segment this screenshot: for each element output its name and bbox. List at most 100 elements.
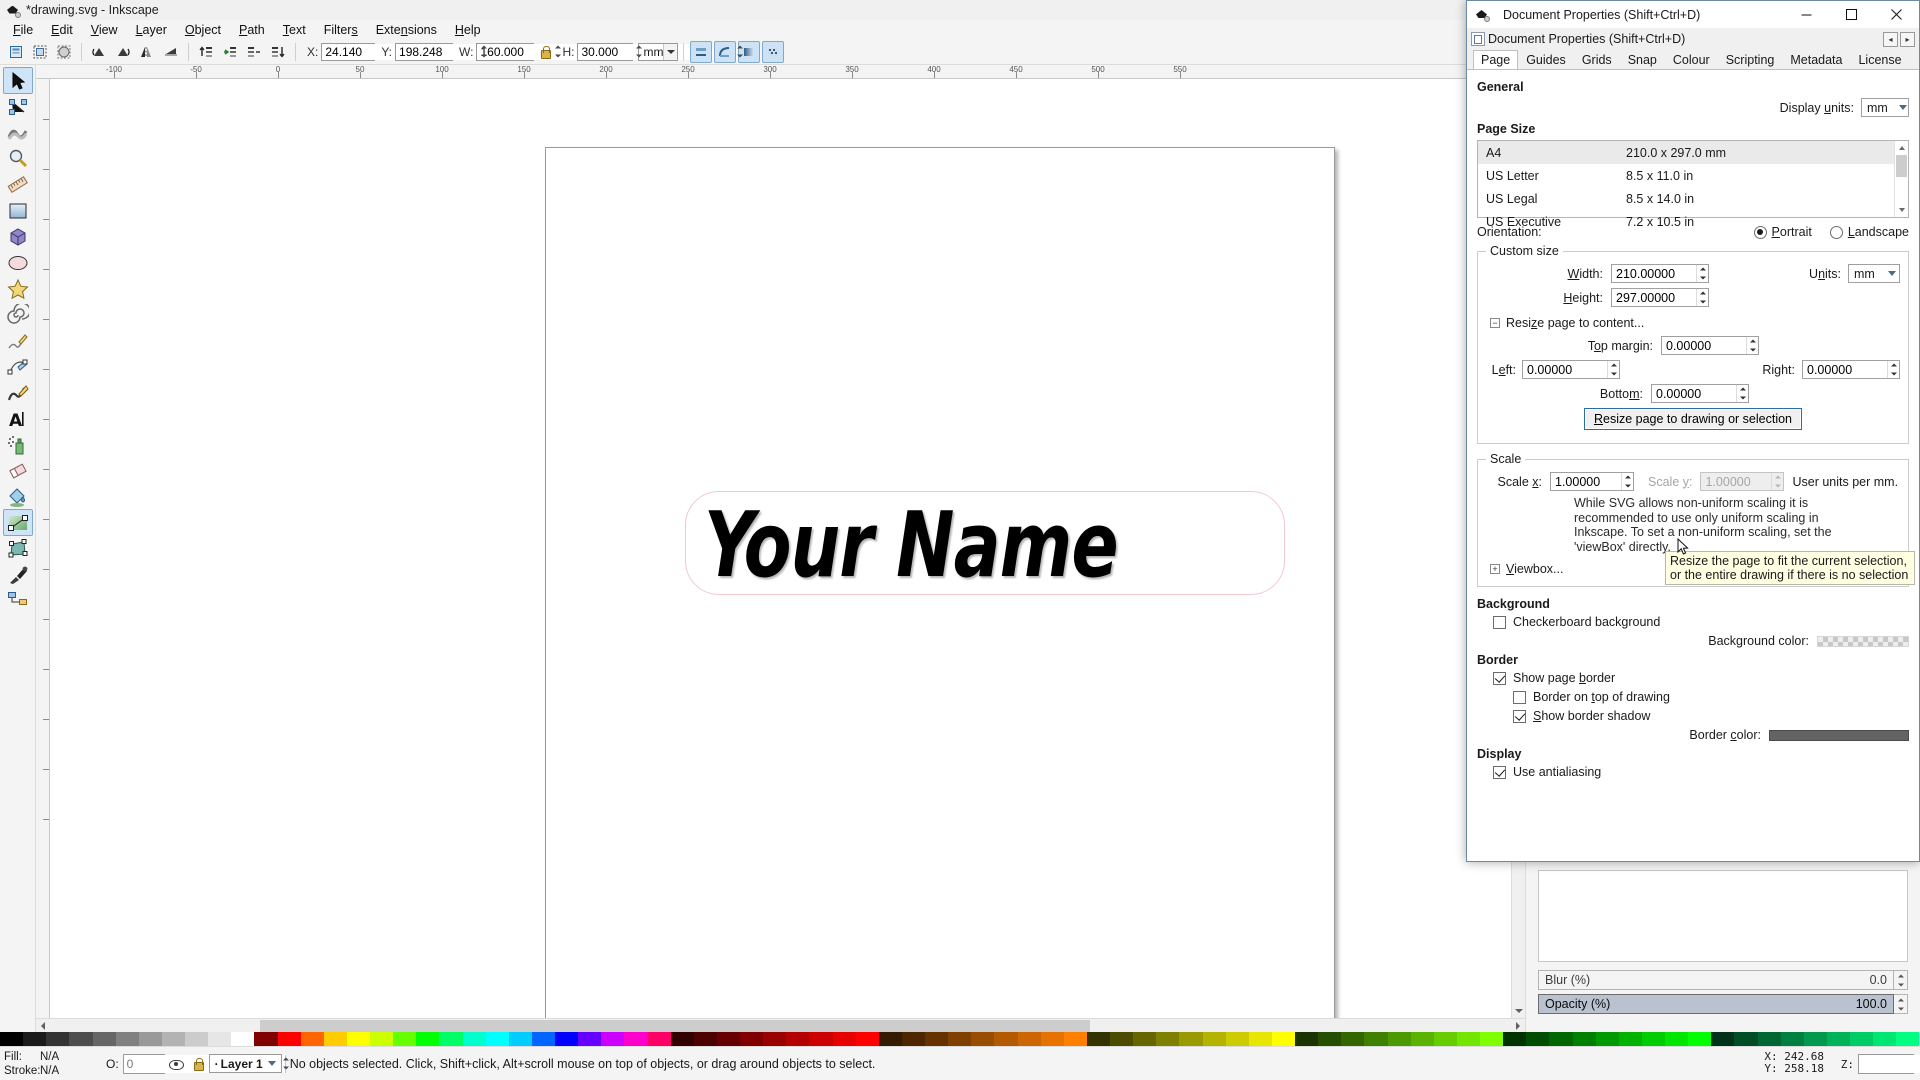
palette-swatch[interactable]: [1133, 1032, 1156, 1046]
tab-grids[interactable]: Grids: [1574, 50, 1620, 69]
palette-swatch[interactable]: [1110, 1032, 1133, 1046]
palette-swatch[interactable]: [139, 1032, 162, 1046]
palette-swatch[interactable]: [578, 1032, 601, 1046]
palette-swatch[interactable]: [185, 1032, 208, 1046]
y-field[interactable]: [395, 43, 453, 61]
connector-tool[interactable]: [3, 587, 33, 614]
palette-swatch[interactable]: [1596, 1032, 1619, 1046]
opacity-field[interactable]: [123, 1054, 165, 1074]
palette-swatch[interactable]: [555, 1032, 578, 1046]
palette-swatch[interactable]: [416, 1032, 439, 1046]
palette-swatch[interactable]: [370, 1032, 393, 1046]
paint-bucket-tool[interactable]: [3, 483, 33, 510]
page-size-scroll-track[interactable]: [1895, 155, 1908, 203]
palette-swatch[interactable]: [23, 1032, 46, 1046]
palette-swatch[interactable]: [994, 1032, 1017, 1046]
tweak-tool[interactable]: [3, 119, 33, 146]
menu-text[interactable]: Text: [274, 22, 315, 38]
scroll-down-arrow-icon[interactable]: [1512, 1004, 1525, 1018]
vertical-ruler[interactable]: [36, 79, 50, 1018]
bezier-pen-tool[interactable]: [3, 353, 33, 380]
palette-swatch[interactable]: [0, 1032, 23, 1046]
tab-page[interactable]: Page: [1473, 50, 1518, 69]
rectangle-tool[interactable]: [3, 197, 33, 224]
palette-swatch[interactable]: [231, 1032, 254, 1046]
palette-swatch[interactable]: [925, 1032, 948, 1046]
palette-swatch[interactable]: [1688, 1032, 1711, 1046]
selector-tool[interactable]: [3, 67, 33, 94]
palette-swatch[interactable]: [439, 1032, 462, 1046]
h-field[interactable]: [577, 43, 633, 61]
blur-slider[interactable]: Blur (%) 0.0: [1538, 970, 1894, 990]
palette-swatch[interactable]: [1226, 1032, 1249, 1046]
x-field[interactable]: [321, 43, 375, 61]
height-input[interactable]: [1612, 289, 1696, 306]
layer-lock-icon[interactable]: [191, 1056, 205, 1072]
palette-swatch[interactable]: [948, 1032, 971, 1046]
palette-swatch[interactable]: [1619, 1032, 1642, 1046]
width-field[interactable]: [1611, 264, 1709, 283]
display-units-select[interactable]: mm: [1861, 98, 1909, 117]
tab-colour[interactable]: Colour: [1665, 50, 1718, 69]
opacity-stepper[interactable]: [1894, 994, 1908, 1014]
palette-swatch[interactable]: [69, 1032, 92, 1046]
bottom-margin-input[interactable]: [1652, 385, 1736, 402]
palette-swatch[interactable]: [740, 1032, 763, 1046]
palette-swatch[interactable]: [162, 1032, 185, 1046]
palette-swatch[interactable]: [1203, 1032, 1226, 1046]
canvas-horizontal-scrollbar[interactable]: [36, 1018, 1525, 1032]
tab-license[interactable]: License: [1850, 50, 1909, 69]
right-margin-field[interactable]: [1802, 360, 1900, 379]
zoom-control[interactable]: Z:: [1841, 1054, 1914, 1074]
rotate-90-ccw-icon[interactable]: [88, 41, 110, 63]
top-margin-field[interactable]: [1661, 336, 1759, 355]
menu-help[interactable]: Help: [446, 22, 490, 38]
palette-swatch[interactable]: [1850, 1032, 1873, 1046]
chevron-down-icon[interactable]: [268, 1061, 276, 1066]
palette-swatch[interactable]: [902, 1032, 925, 1046]
palette-swatch[interactable]: [1041, 1032, 1064, 1046]
gradient-tool[interactable]: [3, 509, 33, 536]
palette-swatch[interactable]: [1827, 1032, 1850, 1046]
affect-rounded-corners-icon[interactable]: [714, 41, 736, 63]
palette-swatch[interactable]: [694, 1032, 717, 1046]
palette-swatch[interactable]: [1573, 1032, 1596, 1046]
palette-swatch[interactable]: [532, 1032, 555, 1046]
page-size-scrollbar[interactable]: [1894, 141, 1908, 217]
left-margin-field[interactable]: [1522, 360, 1620, 379]
measure-tool[interactable]: [3, 171, 33, 198]
palette-swatch[interactable]: [46, 1032, 69, 1046]
select-all-in-all-layers-icon[interactable]: [29, 41, 51, 63]
palette-swatch[interactable]: [763, 1032, 786, 1046]
dock-collapse-left-icon[interactable]: ◂: [1883, 32, 1898, 47]
page-size-list[interactable]: A4 210.0 x 297.0 mm US Letter 8.5 x 11.0…: [1477, 140, 1909, 218]
background-color-swatch[interactable]: [1817, 636, 1909, 647]
affect-stroke-width-icon[interactable]: [690, 41, 712, 63]
page-size-row-a4[interactable]: A4 210.0 x 297.0 mm: [1478, 141, 1894, 164]
border-on-top-row[interactable]: Border on top of drawing: [1513, 690, 1909, 704]
palette-swatch[interactable]: [116, 1032, 139, 1046]
affect-gradients-icon[interactable]: [738, 41, 760, 63]
palette-swatch[interactable]: [486, 1032, 509, 1046]
bottom-margin-stepper[interactable]: [1736, 385, 1748, 402]
menu-object[interactable]: Object: [176, 22, 230, 38]
border-color-swatch[interactable]: [1769, 730, 1909, 741]
antialiasing-row[interactable]: Use antialiasing: [1493, 765, 1909, 779]
close-icon[interactable]: [1874, 1, 1919, 28]
units-select[interactable]: mm: [638, 43, 678, 61]
palette-swatch[interactable]: [324, 1032, 347, 1046]
palette-swatch[interactable]: [1179, 1032, 1202, 1046]
palette-swatch[interactable]: [1341, 1032, 1364, 1046]
palette-swatch[interactable]: [1434, 1032, 1457, 1046]
top-margin-stepper[interactable]: [1746, 337, 1758, 354]
palette-swatch[interactable]: [1711, 1032, 1734, 1046]
maximize-icon[interactable]: [1829, 1, 1874, 28]
show-border-shadow-row[interactable]: Show border shadow: [1513, 709, 1909, 723]
palette-swatch[interactable]: [601, 1032, 624, 1046]
select-all-icon[interactable]: [5, 41, 27, 63]
horizontal-scroll-thumb[interactable]: [260, 1020, 1090, 1032]
chevron-down-icon[interactable]: [1884, 265, 1899, 282]
layer-select[interactable]: · Layer 1: [209, 1054, 282, 1073]
drawing-canvas[interactable]: Your Name: [50, 79, 1511, 1018]
palette-swatch[interactable]: [856, 1032, 879, 1046]
